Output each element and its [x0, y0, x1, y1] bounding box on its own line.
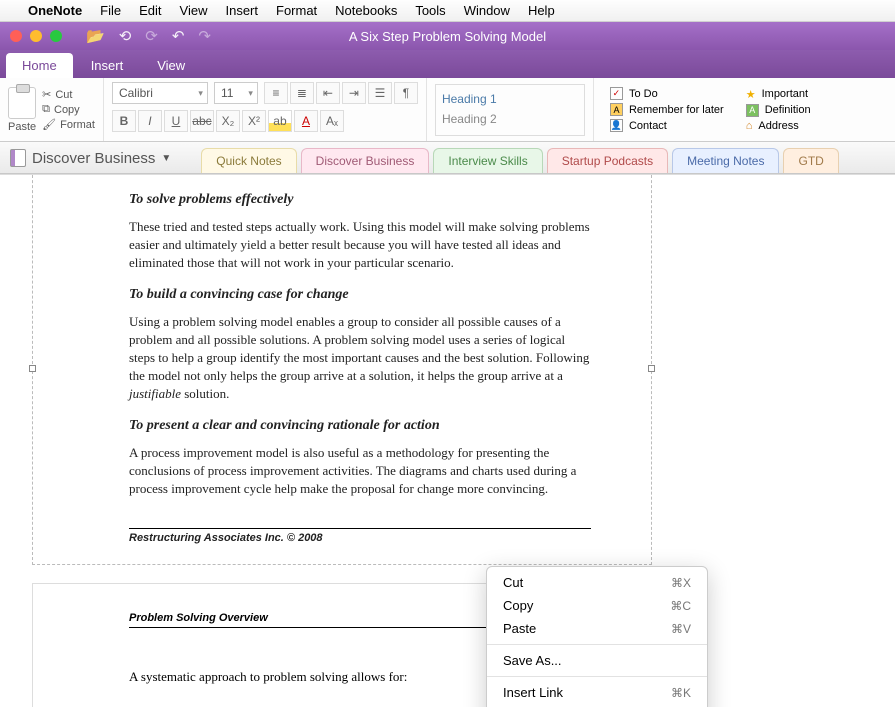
- tag-remember[interactable]: ARemember for later: [610, 103, 724, 116]
- menu-tools[interactable]: Tools: [415, 3, 445, 18]
- window-titlebar: 📂 ⟲ ⟳ ↶ ↷ A Six Step Problem Solving Mod…: [0, 22, 895, 50]
- close-window[interactable]: [10, 30, 22, 42]
- font-select[interactable]: Calibri: [112, 82, 208, 104]
- styles-gallery[interactable]: Heading 1 Heading 2: [435, 84, 585, 136]
- highlight-icon[interactable]: ab: [268, 110, 292, 132]
- heading: To present a clear and convincing ration…: [129, 418, 591, 434]
- resize-handle-left[interactable]: [29, 365, 36, 372]
- paragraph-icon[interactable]: ¶: [394, 82, 418, 104]
- menu-help[interactable]: Help: [528, 3, 555, 18]
- page-canvas[interactable]: To solve problems effectively These trie…: [0, 174, 895, 707]
- clipboard-icon: [8, 87, 36, 119]
- font-color-icon[interactable]: A: [294, 110, 318, 132]
- section-interview-skills[interactable]: Interview Skills: [433, 148, 542, 173]
- size-select[interactable]: 11: [214, 82, 258, 104]
- body-text: A process improvement model is also usef…: [129, 444, 591, 499]
- format-painter-button[interactable]: 🖌 Format: [42, 118, 95, 131]
- numbering-icon[interactable]: ≣: [290, 82, 314, 104]
- tag-address[interactable]: ⌂Address: [746, 120, 811, 132]
- menu-format[interactable]: Format: [276, 3, 317, 18]
- menu-edit[interactable]: Edit: [139, 3, 161, 18]
- underline-icon[interactable]: U: [164, 110, 188, 132]
- tag-contact[interactable]: 👤Contact: [610, 119, 724, 132]
- footer-text: Restructuring Associates Inc. © 2008: [129, 528, 591, 544]
- ctx-paste[interactable]: Paste⌘V: [487, 617, 707, 640]
- menu-notebooks[interactable]: Notebooks: [335, 3, 397, 18]
- ctx-save-as-[interactable]: Save As...: [487, 649, 707, 672]
- heading: To solve problems effectively: [129, 192, 591, 208]
- redo-icon[interactable]: ↷: [198, 27, 211, 45]
- section-discover-business[interactable]: Discover Business: [301, 148, 430, 173]
- notebook-icon: [10, 149, 26, 167]
- menu-window[interactable]: Window: [464, 3, 510, 18]
- clear-format-icon[interactable]: Aₓ: [320, 110, 344, 132]
- traffic-lights: [0, 30, 72, 42]
- ribbon: Paste ✂ Cut ⧉ Copy 🖌 Format Calibri 11 ≡…: [0, 78, 895, 142]
- back-icon[interactable]: ⟲: [119, 27, 132, 45]
- ctx-cut[interactable]: Cut⌘X: [487, 571, 707, 594]
- notebook-section-bar: Discover Business ▼ Quick Notes Discover…: [0, 142, 895, 174]
- zoom-window[interactable]: [50, 30, 62, 42]
- ctx-insert-link[interactable]: Insert Link⌘K: [487, 681, 707, 704]
- cut-button[interactable]: ✂ Cut: [42, 88, 95, 101]
- tag-important[interactable]: ★Important: [746, 88, 811, 101]
- body-text: Using a problem solving model enables a …: [129, 313, 591, 404]
- macos-menubar: OneNote File Edit View Insert Format Not…: [0, 0, 895, 22]
- section-gtd[interactable]: GTD: [783, 148, 838, 173]
- strike-icon[interactable]: abc: [190, 110, 214, 132]
- ribbon-tabs: Home Insert View: [0, 50, 895, 78]
- tag-definition[interactable]: ADefinition: [746, 104, 811, 117]
- tab-view[interactable]: View: [141, 53, 201, 78]
- subscript-icon[interactable]: X₂: [216, 110, 240, 132]
- bullets-icon[interactable]: ≡: [264, 82, 288, 104]
- notebook-picker[interactable]: Discover Business ▼: [6, 149, 179, 173]
- app-name[interactable]: OneNote: [28, 3, 82, 18]
- context-menu: Cut⌘XCopy⌘CPaste⌘V Save As... Insert Link⌘…: [486, 566, 708, 707]
- section-quick-notes[interactable]: Quick Notes: [201, 148, 296, 173]
- tab-home[interactable]: Home: [6, 53, 73, 78]
- undo-icon[interactable]: ↶: [172, 27, 185, 45]
- superscript-icon[interactable]: X²: [242, 110, 266, 132]
- forward-icon[interactable]: ⟳: [145, 27, 158, 45]
- align-icon[interactable]: ☰: [368, 82, 392, 104]
- heading: To build a convincing case for change: [129, 287, 591, 303]
- tag-todo[interactable]: ✓To Do: [610, 87, 724, 100]
- outdent-icon[interactable]: ⇤: [316, 82, 340, 104]
- menu-view[interactable]: View: [180, 3, 208, 18]
- ctx-copy[interactable]: Copy⌘C: [487, 594, 707, 617]
- italic-icon[interactable]: I: [138, 110, 162, 132]
- menu-insert[interactable]: Insert: [225, 3, 258, 18]
- minimize-window[interactable]: [30, 30, 42, 42]
- section-startup-podcasts[interactable]: Startup Podcasts: [547, 148, 668, 173]
- menu-file[interactable]: File: [100, 3, 121, 18]
- paste-button[interactable]: Paste: [8, 87, 36, 133]
- bold-icon[interactable]: B: [112, 110, 136, 132]
- open-icon[interactable]: 📂: [86, 27, 105, 45]
- section-meeting-notes[interactable]: Meeting Notes: [672, 148, 779, 173]
- copy-button[interactable]: ⧉ Copy: [42, 103, 95, 116]
- tab-insert[interactable]: Insert: [75, 53, 140, 78]
- selected-picture[interactable]: To solve problems effectively These trie…: [32, 174, 652, 565]
- body-text: These tried and tested steps actually wo…: [129, 218, 591, 273]
- resize-handle-right[interactable]: [648, 365, 655, 372]
- indent-icon[interactable]: ⇥: [342, 82, 366, 104]
